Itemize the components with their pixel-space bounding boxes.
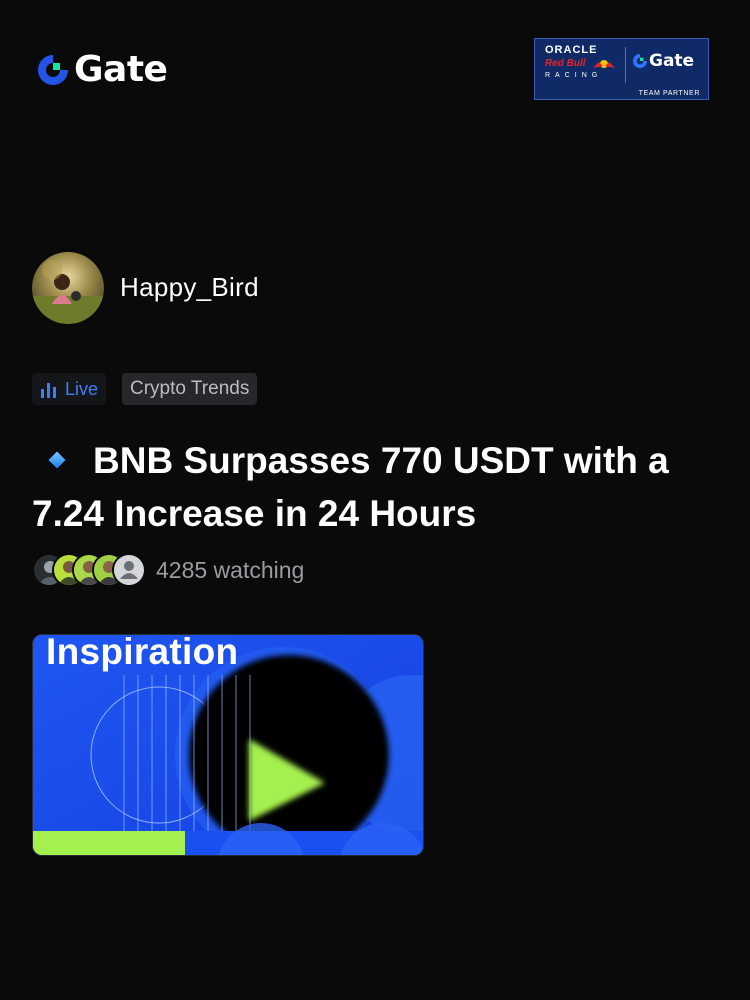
live-tag[interactable]: Live: [32, 373, 107, 405]
user-silhouette-icon: [112, 553, 146, 587]
gate-logo[interactable]: Gate: [36, 48, 168, 92]
partner-gate-logo: Gate: [632, 51, 694, 71]
redbull-wordmark: Red Bull: [545, 58, 586, 69]
watching-count: 4285 watching: [156, 556, 305, 583]
logo-text: Gate: [74, 49, 168, 90]
live-tag-label: Live: [65, 378, 99, 399]
gate-logo-icon: [632, 53, 648, 69]
racing-wordmark: RACING: [545, 72, 603, 79]
post-title-text: BNB Surpasses 770 USDT with a 7.24 Incre…: [32, 440, 669, 534]
partner-gate-text: Gate: [649, 51, 695, 71]
diamond-icon: [48, 451, 66, 469]
team-partner-badge: ORACLE Red Bull RACING Gate TEAM PARTNER: [534, 38, 709, 100]
author-name[interactable]: Happy_Bird: [120, 272, 259, 303]
red-bull-logo-icon: [593, 60, 615, 68]
thumbnail-caption: Inspiration: [46, 634, 239, 672]
team-partner-label: TEAM PARTNER: [638, 90, 700, 97]
partner-divider: [625, 47, 626, 83]
bar-chart-icon: [41, 382, 56, 398]
live-thumbnail[interactable]: Inspiration: [32, 634, 424, 856]
post-page: Gate ORACLE Red Bull RACING Gate TEAM PA…: [0, 0, 750, 1000]
topic-tag[interactable]: Crypto Trends: [122, 373, 258, 405]
avatar-image: [32, 252, 104, 324]
post-title[interactable]: BNB Surpasses 770 USDT with a 7.24 Incre…: [32, 434, 712, 540]
watchers-row: 4285 watching: [32, 553, 304, 587]
gate-logo-icon: [38, 55, 68, 85]
author-avatar[interactable]: [32, 252, 104, 324]
oracle-wordmark: ORACLE: [545, 44, 598, 56]
